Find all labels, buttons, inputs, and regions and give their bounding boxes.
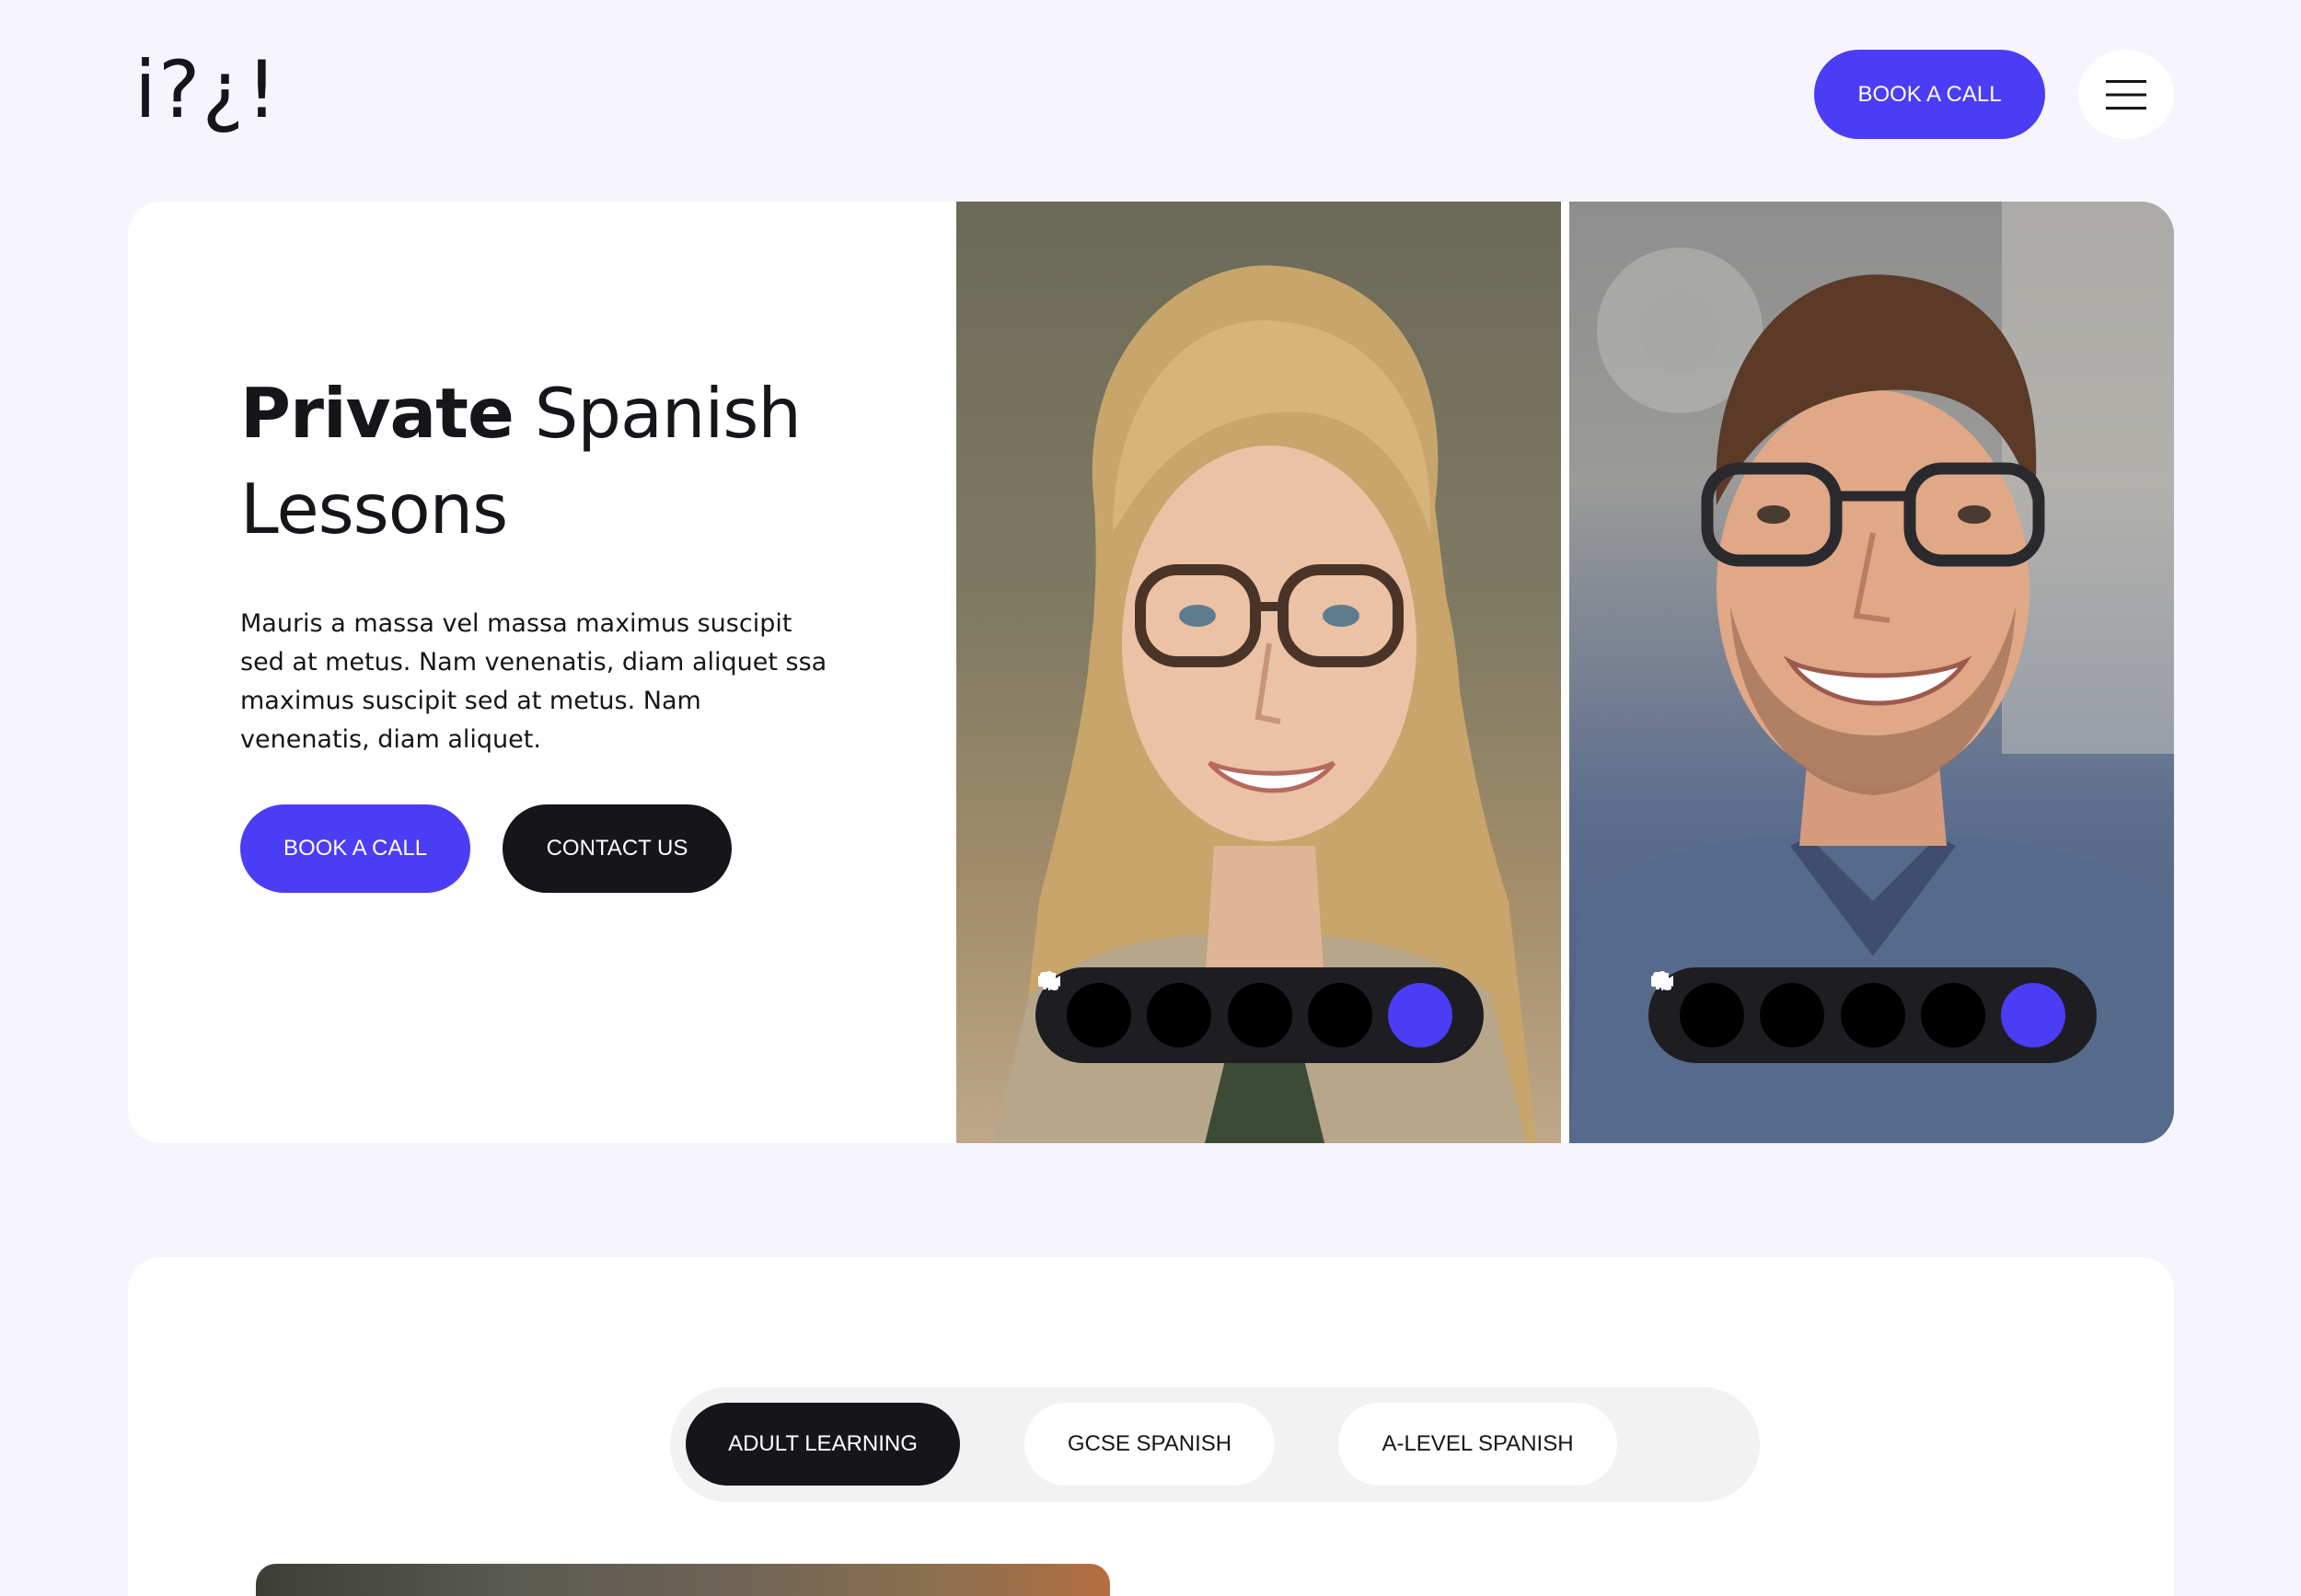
video-toggle-button[interactable] xyxy=(1038,976,1212,1047)
tutor-video-tile xyxy=(956,202,1561,1143)
hero-title-bold: Private xyxy=(240,373,515,454)
hero-card: Private Spanish Lessons Mauris a massa v… xyxy=(128,202,2174,1143)
pause-button[interactable] xyxy=(1043,973,1292,1047)
call-button[interactable] xyxy=(1040,972,1452,1047)
hero-book-call-button[interactable]: BOOK A CALL xyxy=(240,804,470,893)
microphone-button[interactable] xyxy=(1655,971,1985,1047)
menu-button[interactable] xyxy=(2078,50,2174,139)
hero-title: Private Spanish Lessons xyxy=(240,365,940,557)
course-tabs: ADULT LEARNING GCSE SPANISH A-LEVEL SPAN… xyxy=(670,1387,1760,1502)
hero-description: Mauris a massa vel massa maximus suscipi… xyxy=(240,609,827,754)
tab-a-level-spanish[interactable]: A-LEVEL SPANISH xyxy=(1338,1403,1617,1486)
course-preview-image xyxy=(256,1564,1110,1596)
call-controls-bar-tutor xyxy=(1035,967,1484,1063)
header-book-call-button[interactable]: BOOK A CALL xyxy=(1814,50,2045,139)
more-options-button[interactable] xyxy=(1038,978,1131,1047)
more-options-button[interactable] xyxy=(1651,978,1744,1047)
hamburger-icon xyxy=(2106,79,2146,110)
pause-button[interactable] xyxy=(1656,973,1905,1047)
call-button[interactable] xyxy=(1653,972,2065,1047)
contact-us-button[interactable]: CONTACT US xyxy=(503,804,732,893)
video-toggle-button[interactable] xyxy=(1651,976,1825,1047)
phone-icon xyxy=(1653,972,1671,990)
phone-icon xyxy=(1040,972,1058,990)
site-logo[interactable]: i?¿! xyxy=(134,44,280,136)
tab-gcse-spanish[interactable]: GCSE SPANISH xyxy=(1024,1403,1275,1486)
courses-card: ADULT LEARNING GCSE SPANISH A-LEVEL SPAN… xyxy=(128,1257,2174,1596)
tab-adult-learning[interactable]: ADULT LEARNING xyxy=(686,1403,960,1486)
call-controls-bar-student xyxy=(1648,967,2097,1063)
microphone-button[interactable] xyxy=(1042,971,1372,1047)
student-video-tile xyxy=(1569,202,2174,1143)
